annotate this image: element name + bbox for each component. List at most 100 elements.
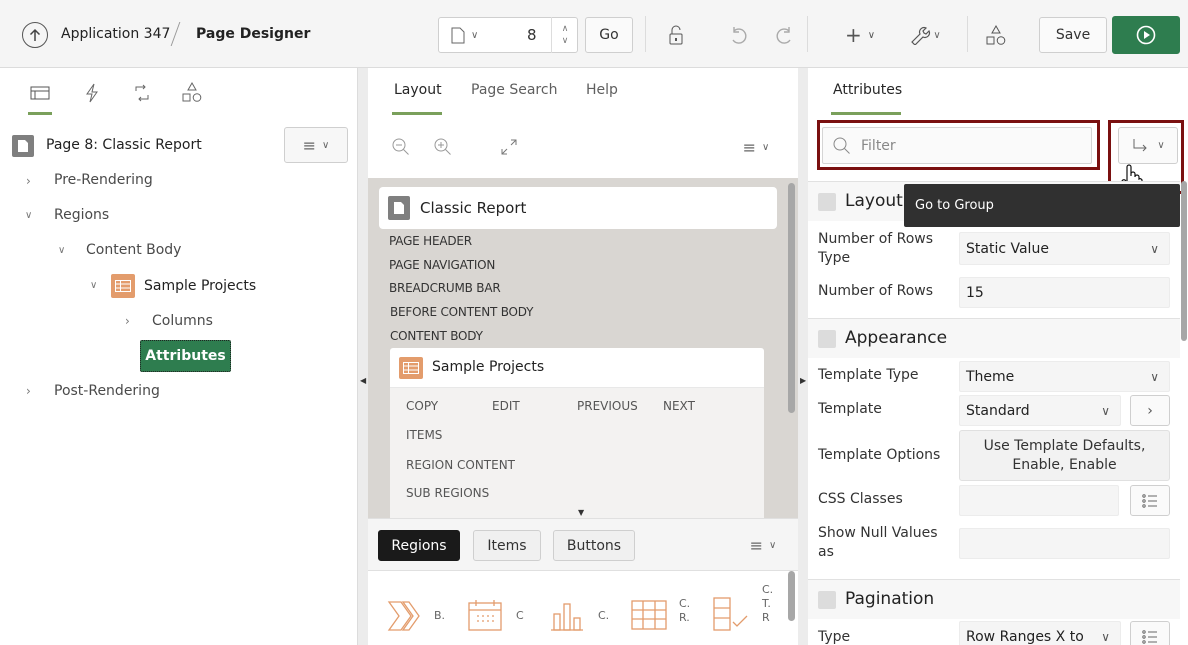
run-button[interactable] bbox=[1112, 16, 1180, 54]
rendering-tab-icon[interactable] bbox=[28, 82, 52, 104]
tree-node-attributes[interactable]: Attributes bbox=[140, 340, 231, 372]
page-title[interactable]: Page 8: Classic Report bbox=[46, 137, 202, 153]
slot-next[interactable]: NEXT bbox=[663, 399, 695, 413]
classic-report-region-icon[interactable] bbox=[630, 599, 668, 631]
chevron-down-icon: ∨ bbox=[1150, 241, 1159, 256]
scroll-down-arrow-icon[interactable]: ▼ bbox=[578, 508, 584, 517]
gallery-tab-buttons[interactable]: Buttons bbox=[553, 530, 635, 561]
tree-node-content-body[interactable]: Content Body bbox=[86, 242, 181, 258]
collapse-icon[interactable] bbox=[818, 330, 836, 348]
unlock-icon[interactable] bbox=[664, 24, 688, 46]
splitter[interactable]: ▶ bbox=[798, 68, 808, 645]
layout-menu-icon[interactable]: ≡ ∨ bbox=[736, 136, 776, 158]
page-stepper[interactable]: ∧ ∨ bbox=[551, 17, 578, 53]
tab-help[interactable]: Help bbox=[586, 82, 618, 98]
position-page-header[interactable]: PAGE HEADER bbox=[389, 234, 472, 248]
slot-items[interactable]: ITEMS bbox=[406, 428, 442, 442]
collapse-left-arrow-icon[interactable]: ◀ bbox=[360, 376, 366, 385]
template-select[interactable]: Standard ∨ bbox=[959, 395, 1121, 426]
divider bbox=[967, 16, 968, 52]
tree-node-post-rendering[interactable]: Post-Rendering bbox=[54, 383, 160, 399]
chevron-right-icon[interactable]: › bbox=[26, 384, 31, 398]
number-of-rows-type-select[interactable]: Static Value ∨ bbox=[959, 232, 1170, 265]
shared-components-tab-icon[interactable] bbox=[180, 80, 204, 104]
slot-copy[interactable]: COPY bbox=[406, 399, 438, 413]
gallery-tab-items[interactable]: Items bbox=[473, 530, 541, 561]
chevron-down-icon[interactable]: ∨ bbox=[58, 245, 65, 256]
region-card[interactable]: Sample Projects COPY EDIT PREVIOUS NEXT … bbox=[390, 348, 764, 518]
pagination-type-select[interactable]: Row Ranges X to ∨ bbox=[959, 621, 1121, 645]
tree-menu-button[interactable]: ≡ ∨ bbox=[284, 127, 348, 163]
section-appearance-title: Appearance bbox=[845, 328, 948, 348]
number-of-rows-input[interactable]: 15 bbox=[959, 277, 1170, 308]
template-options-button[interactable]: Use Template Defaults, Enable, Enable bbox=[959, 430, 1170, 481]
zoom-out-icon[interactable] bbox=[390, 136, 412, 158]
slot-edit[interactable]: EDIT bbox=[492, 399, 520, 413]
template-type-select[interactable]: Theme ∨ bbox=[959, 361, 1170, 392]
tab-layout[interactable]: Layout bbox=[394, 82, 442, 98]
gallery-label: C bbox=[516, 609, 524, 622]
tab-page-search[interactable]: Page Search bbox=[471, 82, 557, 98]
shared-components-icon[interactable] bbox=[984, 22, 1008, 48]
page-number-input[interactable]: 8 bbox=[527, 26, 537, 44]
utilities-wrench-icon[interactable]: ∨ bbox=[903, 24, 947, 46]
slot-sub-regions[interactable]: SUB REGIONS bbox=[406, 486, 489, 500]
save-button[interactable]: Save bbox=[1039, 17, 1107, 53]
pagination-type-picker-button[interactable] bbox=[1130, 621, 1170, 645]
tree-node-regions[interactable]: Regions bbox=[54, 207, 109, 223]
page-selector[interactable]: ∨ 8 ∧ ∨ bbox=[438, 17, 578, 53]
page-card[interactable]: Classic Report bbox=[379, 187, 777, 229]
canvas-scrollbar[interactable] bbox=[788, 183, 795, 413]
position-breadcrumb-bar[interactable]: BREADCRUMB BAR bbox=[389, 281, 501, 295]
tree-node-pre-rendering[interactable]: Pre-Rendering bbox=[54, 172, 153, 188]
dynamic-actions-tab-icon[interactable] bbox=[80, 82, 104, 104]
breadcrumb-region-icon[interactable] bbox=[386, 599, 426, 633]
chevron-down-icon[interactable]: ∨ bbox=[25, 210, 32, 221]
gallery-menu-icon[interactable]: ≡ ∨ bbox=[744, 534, 782, 556]
expand-icon[interactable] bbox=[498, 136, 520, 158]
create-menu-icon[interactable]: + ∨ bbox=[838, 23, 882, 47]
tree-node-columns[interactable]: Columns bbox=[152, 313, 213, 329]
calendar-region-icon[interactable] bbox=[466, 597, 504, 633]
template-label: Template bbox=[818, 401, 882, 417]
gallery-tab-regions[interactable]: Regions bbox=[378, 530, 460, 561]
tree-node-sample-projects[interactable]: Sample Projects bbox=[144, 278, 256, 294]
chevron-down-icon: ∨ bbox=[1157, 140, 1165, 151]
collapse-icon[interactable] bbox=[818, 193, 836, 211]
css-classes-input[interactable] bbox=[959, 485, 1119, 516]
filter-input[interactable]: Filter bbox=[822, 127, 1092, 164]
chevron-down-icon[interactable]: ∨ bbox=[90, 280, 97, 291]
divider bbox=[645, 16, 646, 52]
chevron-right-icon[interactable]: › bbox=[125, 314, 130, 328]
filter-placeholder: Filter bbox=[861, 137, 896, 154]
redo-icon[interactable] bbox=[772, 24, 796, 46]
section-appearance-header[interactable]: Appearance bbox=[808, 318, 1180, 358]
slot-previous[interactable]: PREVIOUS bbox=[577, 399, 638, 413]
active-tab-indicator bbox=[392, 112, 442, 115]
template-goto-button[interactable]: › bbox=[1130, 395, 1170, 426]
up-arrow-icon[interactable] bbox=[22, 22, 48, 48]
go-button[interactable]: Go bbox=[585, 17, 633, 53]
processing-tab-icon[interactable] bbox=[130, 82, 154, 104]
section-pagination-header[interactable]: Pagination bbox=[808, 579, 1180, 619]
menu-icon: ≡ bbox=[302, 135, 317, 155]
css-classes-picker-button[interactable] bbox=[1130, 485, 1170, 516]
tab-attributes[interactable]: Attributes bbox=[833, 82, 902, 98]
collapse-icon[interactable] bbox=[818, 591, 836, 609]
collapse-right-arrow-icon[interactable]: ▶ bbox=[800, 376, 806, 385]
property-scrollbar[interactable] bbox=[1181, 181, 1187, 341]
chevron-right-icon[interactable]: › bbox=[26, 174, 31, 188]
splitter[interactable]: ◀ bbox=[358, 68, 368, 645]
position-page-navigation[interactable]: PAGE NAVIGATION bbox=[389, 258, 495, 272]
position-before-content-body[interactable]: BEFORE CONTENT BODY bbox=[390, 305, 534, 319]
show-null-values-input[interactable] bbox=[959, 528, 1170, 559]
zoom-in-icon[interactable] bbox=[432, 136, 454, 158]
undo-icon[interactable] bbox=[727, 24, 751, 46]
go-to-group-button[interactable]: ∨ bbox=[1118, 127, 1178, 164]
chart-region-icon[interactable] bbox=[548, 599, 586, 633]
checklist-region-icon[interactable] bbox=[710, 595, 750, 633]
position-content-body[interactable]: CONTENT BODY bbox=[390, 329, 483, 343]
app-name-link[interactable]: Application 347 bbox=[61, 26, 170, 42]
slot-region-content[interactable]: REGION CONTENT bbox=[406, 458, 515, 472]
gallery-scrollbar[interactable] bbox=[788, 571, 795, 621]
